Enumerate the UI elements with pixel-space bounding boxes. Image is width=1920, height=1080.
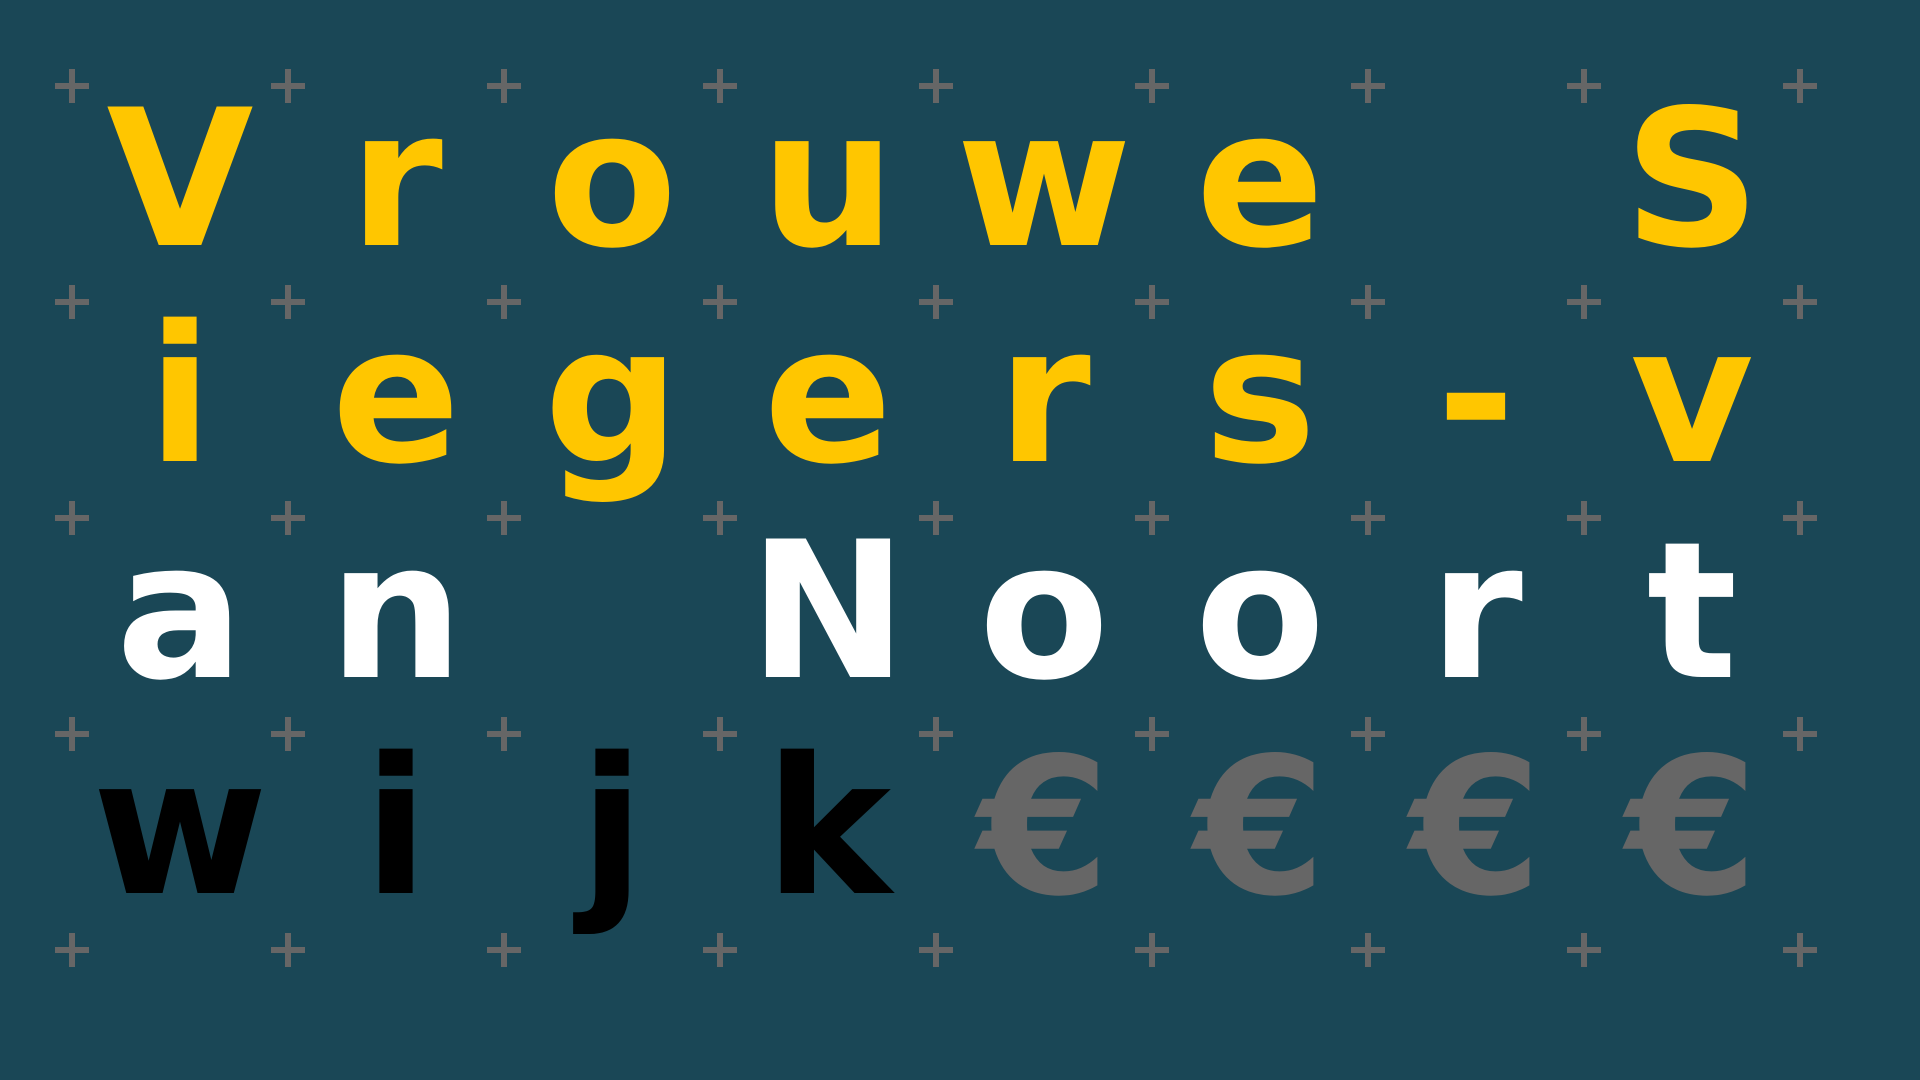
letter-cell: r xyxy=(997,285,1091,506)
letter-cell: i xyxy=(363,717,429,938)
letter-cell: w xyxy=(92,717,268,938)
letter-cell: k xyxy=(764,717,892,938)
euro-symbol: € xyxy=(1409,717,1543,938)
letter-cell: t xyxy=(1646,501,1738,722)
letter-cell: n xyxy=(328,501,464,722)
letter-grid: V r o u w e S i e g e r s - v a n N o o … xyxy=(0,0,1920,1080)
letter-cell: j xyxy=(579,717,645,938)
letter-cell: - xyxy=(1436,285,1516,506)
euro-symbol: € xyxy=(977,717,1111,938)
letter-cell: o xyxy=(978,501,1110,722)
letter-cell: o xyxy=(546,69,678,290)
letter-cell: V xyxy=(106,69,254,290)
letter-cell: s xyxy=(1203,285,1317,506)
letter-cell: o xyxy=(1194,501,1326,722)
letter-cell: i xyxy=(147,285,213,506)
letter-cell: S xyxy=(1623,69,1761,290)
letter-cell: N xyxy=(748,501,908,722)
letter-cell: a xyxy=(115,501,245,722)
letter-cell: v xyxy=(1630,285,1754,506)
letter-cell: r xyxy=(1429,501,1523,722)
letter-cell: e xyxy=(331,285,461,506)
euro-symbol: € xyxy=(1193,717,1327,938)
letter-cell: r xyxy=(349,69,443,290)
letter-cell xyxy=(1368,72,1584,288)
letter-cell: w xyxy=(956,69,1132,290)
letter-cell: u xyxy=(760,69,896,290)
letter-cell: e xyxy=(763,285,893,506)
letter-cell xyxy=(504,504,720,720)
letter-cell: g xyxy=(543,285,680,506)
euro-symbol: € xyxy=(1625,717,1759,938)
letter-cell: e xyxy=(1195,69,1325,290)
